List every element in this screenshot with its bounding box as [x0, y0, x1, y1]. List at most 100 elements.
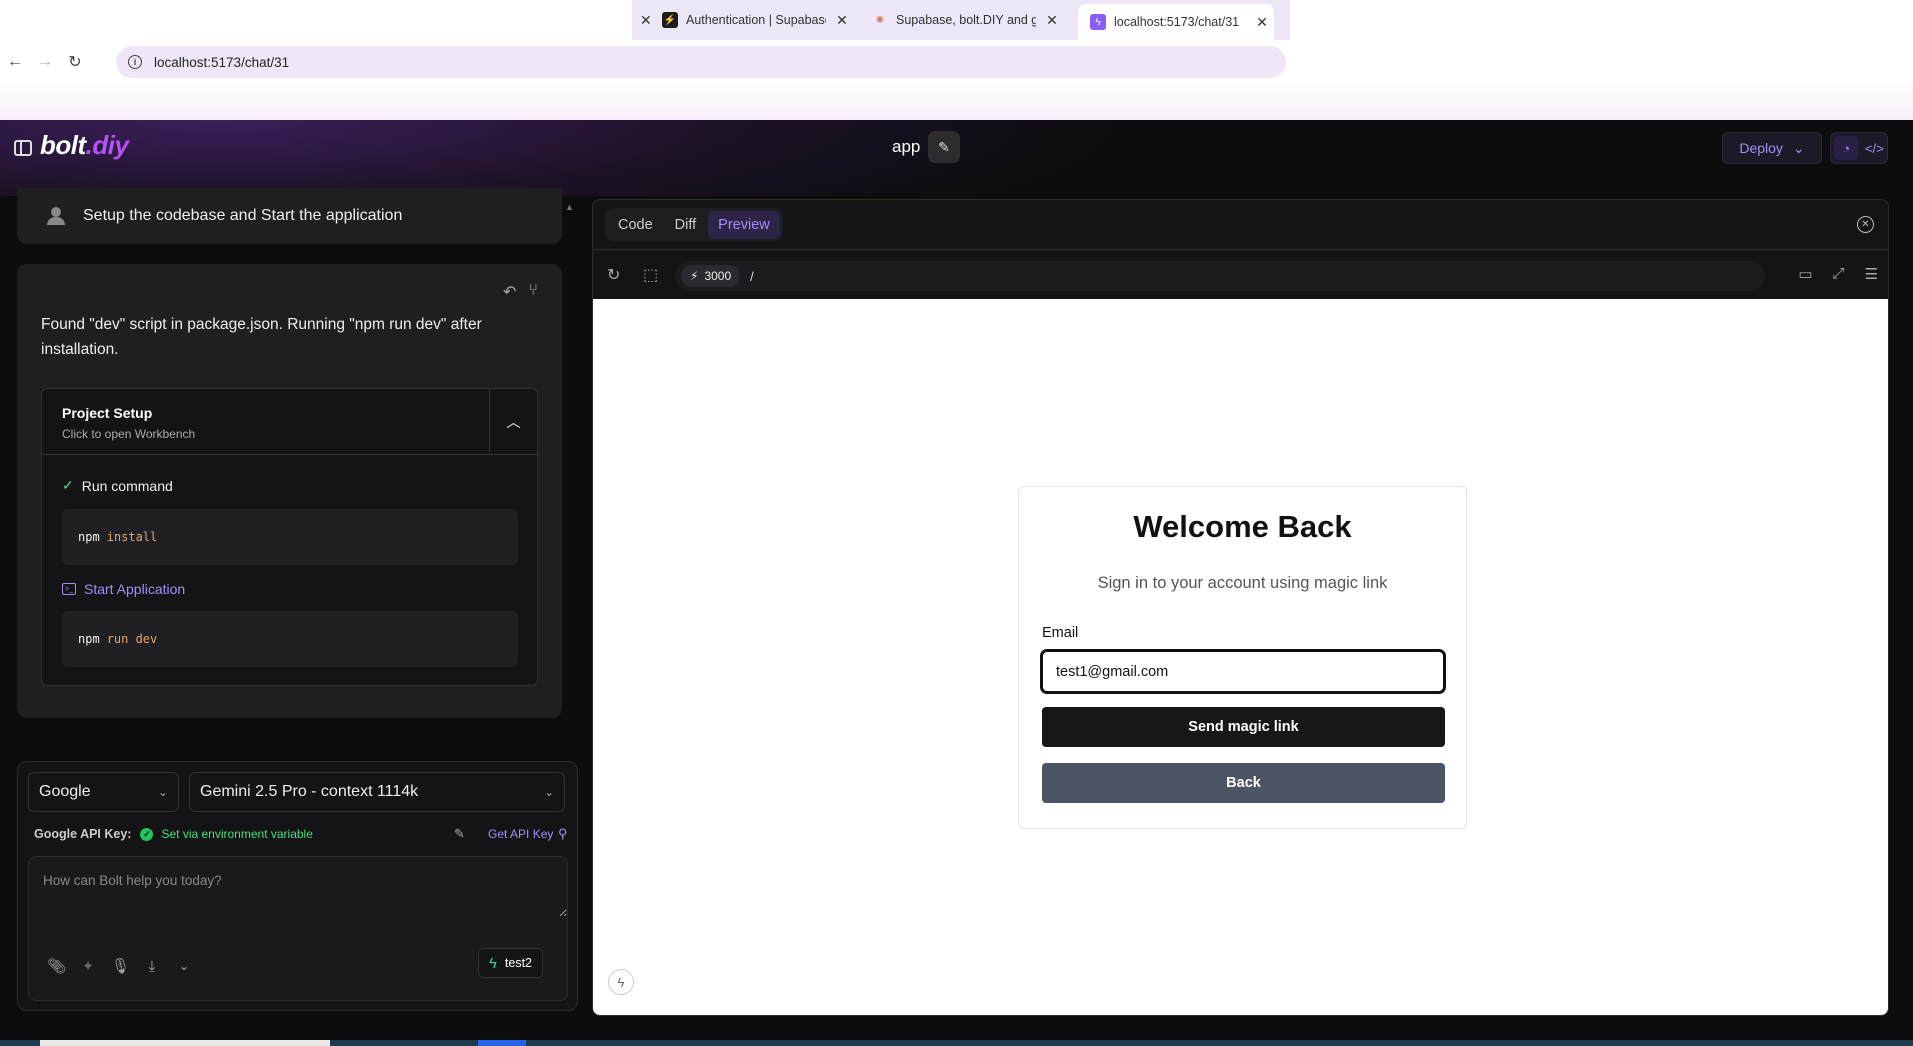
edit-title-button[interactable]: ✎: [928, 131, 960, 163]
preview-path: /: [750, 268, 754, 284]
assistant-message: ↶ ⑂ Found "dev" script in package.json. …: [17, 264, 562, 718]
action-label: Start Application: [84, 581, 186, 597]
chevron-down-icon: ⌄: [157, 785, 168, 799]
key-icon[interactable]: ⚲: [558, 826, 568, 842]
plug-icon: ⚡︎: [690, 269, 699, 283]
tab-supabase-bolt[interactable]: ✺ Supabase, bolt.DIY and gi ✕: [872, 0, 1060, 40]
prompt-box: 📎︎ ✦ 🎙︎ ⤓ ⌄ ϟ test2: [28, 856, 568, 1001]
code-icon[interactable]: </>: [1865, 141, 1884, 156]
tab-diff[interactable]: Diff: [665, 211, 707, 239]
code-args: install: [106, 530, 158, 544]
project-setup-artifact: Project Setup Click to open Workbench ︿ …: [41, 388, 538, 686]
prompt-panel: Google ⌄ Gemini 2.5 Pro - context 1114k …: [17, 761, 578, 1011]
action-label: Run command: [81, 477, 173, 494]
preview-toolbar-right: ▭ ⤢ ☰: [1798, 265, 1878, 283]
scroll-up-icon[interactable]: ▲: [565, 202, 574, 212]
provider-select[interactable]: Google ⌄: [28, 772, 179, 812]
login-title: Welcome Back: [1133, 509, 1352, 544]
get-api-key-link[interactable]: Get API Key: [488, 827, 553, 841]
close-icon[interactable]: ✕: [640, 12, 652, 29]
info-icon[interactable]: i: [128, 55, 142, 69]
menu-icon[interactable]: ☰: [1865, 265, 1878, 283]
reload-icon[interactable]: ↻: [60, 52, 90, 72]
preview-url-bar[interactable]: ⚡︎ 3000 /: [675, 261, 1765, 291]
template-button[interactable]: ϟ test2: [477, 948, 543, 978]
import-icon[interactable]: ⤓: [143, 958, 161, 975]
tab-title: Authentication | Supabase: [686, 13, 826, 27]
prompt-input[interactable]: [29, 857, 567, 917]
email-field[interactable]: [1040, 649, 1446, 694]
api-key-row: Google API Key: ✓ Set via environment va…: [34, 824, 568, 844]
taskbar-item[interactable]: [40, 1040, 330, 1046]
check-icon: ✓: [62, 477, 74, 493]
back-button[interactable]: Back: [1042, 763, 1445, 803]
message-actions: ↶ ⑂: [503, 282, 538, 302]
url-text: localhost:5173/chat/31: [154, 54, 290, 70]
chat-icon[interactable]: ◔: [1834, 136, 1859, 160]
code-command: npm: [78, 530, 100, 544]
action-start-application[interactable]: >_ Start Application: [62, 581, 185, 597]
bolt-icon: ϟ: [488, 954, 497, 972]
logo-accent: .diy: [85, 130, 129, 160]
logo: bolt.diy: [40, 130, 129, 161]
preview-toolbar: ↻ ⬚ ⚡︎ 3000 / ▭ ⤢ ☰: [593, 251, 1888, 299]
user-message-text: Setup the codebase and Start the applica…: [83, 207, 403, 224]
sidebar-toggle-icon[interactable]: [14, 140, 32, 156]
tab-partial[interactable]: ✕: [632, 0, 652, 40]
email-label: Email: [1042, 625, 1079, 641]
port-selector[interactable]: ⚡︎ 3000: [681, 265, 741, 287]
collapse-button[interactable]: ︿: [489, 389, 537, 455]
workbench-tabs: Code Diff Preview: [605, 208, 783, 241]
model-value: Gemini 2.5 Pro - context 1114k: [200, 783, 419, 800]
close-icon[interactable]: ✕: [1044, 12, 1060, 29]
logo-main: bolt: [40, 130, 86, 160]
template-label: test2: [504, 956, 532, 970]
send-magic-link-button[interactable]: Send magic link: [1042, 707, 1445, 747]
pencil-icon[interactable]: ✎: [454, 826, 465, 842]
code-block-run-dev: npm run dev: [62, 611, 518, 667]
model-select[interactable]: Gemini 2.5 Pro - context 1114k ⌄: [189, 772, 565, 812]
sparkles-icon[interactable]: ✦: [79, 957, 97, 975]
workbench-header: Code Diff Preview ✕: [593, 200, 1888, 250]
pencil-icon: ✎: [938, 138, 950, 155]
url-bar[interactable]: i localhost:5173/chat/31: [116, 46, 1286, 78]
undo-icon[interactable]: ↶: [503, 282, 516, 302]
api-key-label: Google API Key:: [34, 827, 132, 841]
tab-localhost[interactable]: ϟ localhost:5173/chat/31 ✕: [1078, 4, 1274, 40]
tab-code[interactable]: Code: [608, 211, 663, 239]
chat-column: Setup the codebase and Start the applica…: [0, 188, 580, 1046]
terminal-icon: >_: [62, 583, 76, 595]
device-icon[interactable]: ▭: [1798, 265, 1812, 283]
chrome-divider: [0, 80, 1913, 120]
workbench: Code Diff Preview ✕ ↻ ⬚ ⚡︎ 3000 / ▭ ⤢ ☰: [592, 199, 1889, 1016]
bolt-app: bolt.diy app ✎ Deploy ⌄ ◔ </> Setup the …: [0, 120, 1913, 1046]
microphone-icon[interactable]: 🎙︎: [111, 957, 130, 975]
deploy-button[interactable]: Deploy ⌄: [1722, 132, 1822, 164]
claude-icon: ✺: [875, 14, 885, 26]
chevron-down-icon[interactable]: ⌄: [175, 959, 193, 973]
select-area-icon[interactable]: ⬚: [643, 265, 658, 285]
close-icon[interactable]: ✕: [1857, 216, 1874, 233]
api-key-status: Set via environment variable: [161, 827, 313, 841]
tab-preview[interactable]: Preview: [708, 210, 780, 239]
bolt-badge-icon[interactable]: ϟ: [608, 969, 634, 995]
reload-icon[interactable]: ↻: [607, 265, 620, 285]
taskbar-item[interactable]: [478, 1040, 526, 1046]
fullscreen-icon[interactable]: ⤢: [1833, 265, 1845, 283]
back-arrow-icon[interactable]: ←: [0, 53, 30, 71]
forward-arrow-icon[interactable]: →: [30, 53, 60, 71]
tab-supabase-auth[interactable]: ⚡ Authentication | Supabase ✕: [662, 0, 850, 40]
close-icon[interactable]: ✕: [1254, 14, 1270, 31]
deploy-label: Deploy: [1739, 140, 1783, 156]
artifact-header[interactable]: Project Setup Click to open Workbench ︿: [42, 389, 537, 455]
close-icon[interactable]: ✕: [834, 12, 850, 29]
prompt-tools: 📎︎ ✦ 🎙︎ ⤓ ⌄: [47, 957, 193, 976]
fork-icon[interactable]: ⑂: [528, 282, 538, 302]
paperclip-icon[interactable]: 📎︎: [47, 957, 66, 975]
artifact-subtitle: Click to open Workbench: [62, 427, 196, 441]
app-header: bolt.diy app ✎ Deploy ⌄ ◔ </>: [0, 120, 1913, 196]
artifact-title: Project Setup: [62, 405, 153, 421]
code-command: npm: [78, 632, 100, 646]
login-card: Welcome Back Sign in to your account usi…: [1018, 486, 1467, 829]
browser-chrome: ✕ ⚡ Authentication | Supabase ✕ ✺ Supaba…: [0, 0, 1290, 80]
